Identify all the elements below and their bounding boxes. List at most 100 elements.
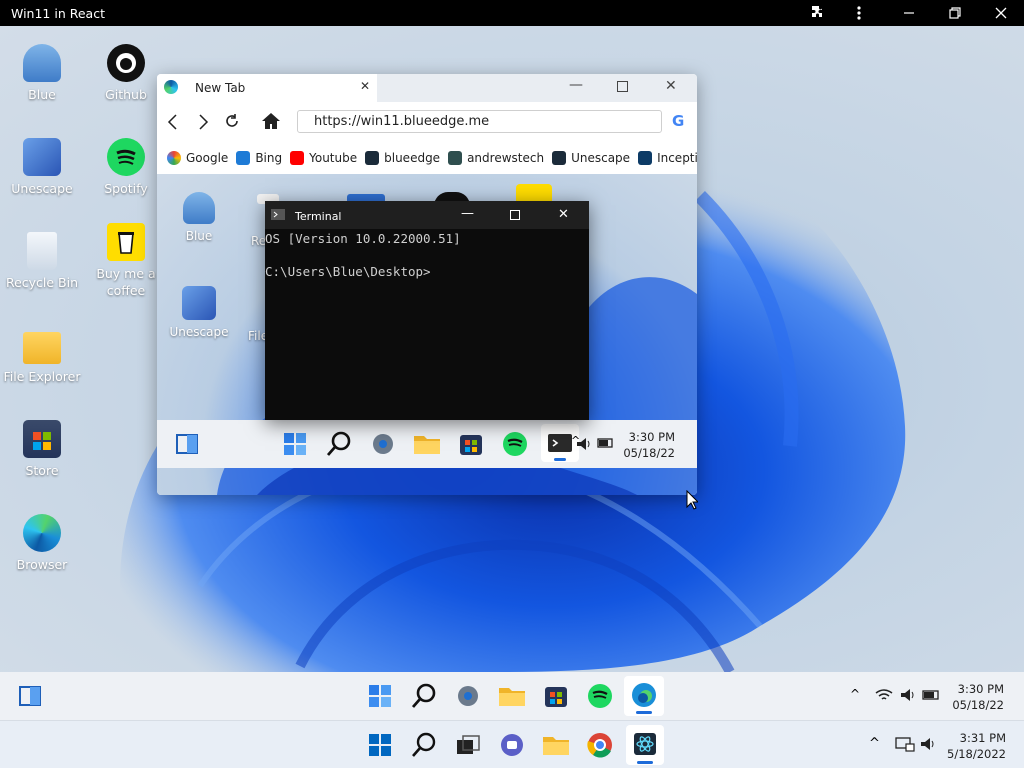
close-icon[interactable]: ✕ <box>665 78 677 94</box>
edge-icon <box>23 514 61 552</box>
folder-icon[interactable] <box>411 428 443 460</box>
bookmark-andrewstech[interactable]: andrewstech <box>448 151 544 165</box>
puzzle-icon[interactable] <box>808 3 828 23</box>
store-icon[interactable] <box>540 680 572 712</box>
taskbar-clock[interactable]: 3:30 PM 05/18/22 <box>946 681 1004 713</box>
bookmark-inception[interactable]: Inception <box>638 151 697 165</box>
spotify-icon <box>107 138 145 176</box>
desktop-icon-unescape[interactable]: Unescape <box>0 138 84 197</box>
spotify-icon[interactable] <box>584 680 616 712</box>
start-icon[interactable] <box>364 729 396 761</box>
bookmark-google[interactable]: Google <box>167 151 228 165</box>
host-taskbar: ^ 3:31 PM 5/18/2022 <box>0 720 1024 768</box>
terminal-title-bar[interactable]: Terminal — ✕ <box>265 201 589 229</box>
bookmark-youtube[interactable]: Youtube <box>290 151 357 165</box>
edge-tab[interactable]: New Tab ✕ <box>157 74 377 102</box>
close-icon[interactable]: ✕ <box>558 207 569 222</box>
desktop-icon-blue[interactable]: Blue <box>0 44 84 103</box>
terminal-title: Terminal <box>295 210 342 223</box>
bookmark-bing[interactable]: Bing <box>236 151 282 165</box>
inner-clock[interactable]: 3:30 PM 05/18/22 <box>619 429 675 461</box>
chevron-up-icon[interactable]: ^ <box>850 687 860 701</box>
more-icon[interactable] <box>849 3 869 23</box>
terminal-line: OS [Version 10.0.22000.51] <box>265 231 461 246</box>
volume-icon[interactable] <box>899 687 917 703</box>
desktop-icon-label: Browser <box>16 557 68 572</box>
terminal-body[interactable]: OS [Version 10.0.22000.51] C:\Users\Blue… <box>265 229 589 420</box>
volume-icon[interactable] <box>575 436 593 452</box>
minimize-icon[interactable] <box>899 3 919 23</box>
home-icon[interactable] <box>261 112 281 130</box>
desktop-icon-label: Blue <box>28 87 56 102</box>
minimize-icon[interactable]: — <box>569 77 583 93</box>
desktop-icon-spotify[interactable]: Spotify <box>84 138 168 197</box>
browser-taskbar-button[interactable] <box>624 676 664 716</box>
battery-icon[interactable] <box>922 689 942 701</box>
close-icon[interactable] <box>991 3 1011 23</box>
desktop-icon-buy-me-a-coffee[interactable]: Buy me a coffee <box>84 223 168 299</box>
task-view-icon[interactable] <box>452 729 484 761</box>
spotify-icon[interactable] <box>499 428 531 460</box>
active-indicator <box>554 458 566 461</box>
minimize-icon[interactable]: — <box>461 206 474 221</box>
bing-icon <box>236 151 251 165</box>
desktop-icon-label: Buy me a coffee <box>96 266 156 298</box>
desktop-icon-label: Spotify <box>104 181 148 196</box>
desktop-icon-label: File Explorer <box>3 369 81 384</box>
restore-icon[interactable] <box>945 3 965 23</box>
edge-icon <box>164 80 178 94</box>
google-icon[interactable]: G <box>672 112 684 130</box>
react-icon <box>634 733 656 755</box>
unescape-icon <box>23 138 61 176</box>
desktop-icon-github[interactable]: Github <box>84 44 168 103</box>
search-icon[interactable] <box>408 729 440 761</box>
react-icon <box>552 151 567 165</box>
bookmark-blueedge[interactable]: blueedge <box>365 151 440 165</box>
desktop-icon-label: Unescape <box>11 181 73 196</box>
settings-icon[interactable] <box>367 428 399 460</box>
taskbar: ^ 3:30 PM 05/18/22 <box>0 672 1024 720</box>
react-app-taskbar-button[interactable] <box>626 725 664 765</box>
desktop-icon-recycle-bin[interactable]: Recycle Bin <box>0 232 84 291</box>
inner-icon-blue[interactable]: Blue <box>157 192 241 245</box>
forward-icon[interactable] <box>197 114 209 130</box>
edge-tab-strip: New Tab ✕ — ✕ <box>157 74 697 102</box>
address-bar[interactable]: https://win11.blueedge.me <box>297 110 662 133</box>
settings-icon[interactable] <box>452 680 484 712</box>
search-icon[interactable] <box>323 428 355 460</box>
tab-close-icon[interactable]: ✕ <box>360 79 370 93</box>
widgets-icon[interactable] <box>171 428 203 460</box>
battery-icon[interactable] <box>597 437 615 449</box>
store-icon[interactable] <box>455 428 487 460</box>
host-clock[interactable]: 3:31 PM 5/18/2022 <box>944 730 1006 762</box>
desktop-icon-label: Store <box>25 463 59 478</box>
chrome-icon[interactable] <box>584 729 616 761</box>
widgets-icon[interactable] <box>14 680 46 712</box>
bookmark-unescape[interactable]: Unescape <box>552 151 630 165</box>
maximize-icon[interactable] <box>617 81 628 92</box>
chevron-up-icon[interactable]: ^ <box>869 736 880 751</box>
inner-icon-unescape[interactable]: Unescape <box>157 286 241 341</box>
terminal-window[interactable]: Terminal — ✕ OS [Version 10.0.22000.51] … <box>265 201 589 420</box>
desktop-icon-file-explorer[interactable]: File Explorer <box>0 326 84 385</box>
inner-icon-partial-label: Re <box>251 234 267 248</box>
folder-icon[interactable] <box>540 729 572 761</box>
start-icon[interactable] <box>364 680 396 712</box>
wifi-icon[interactable] <box>875 688 893 702</box>
volume-icon[interactable] <box>919 736 937 752</box>
react-icon <box>638 151 653 165</box>
chat-icon[interactable] <box>496 729 528 761</box>
start-icon[interactable] <box>279 428 311 460</box>
andrewstech-icon <box>448 151 463 165</box>
refresh-icon[interactable] <box>224 113 240 129</box>
desktop-icon-store[interactable]: Store <box>0 420 84 479</box>
react-icon <box>365 151 380 165</box>
maximize-icon[interactable] <box>510 210 520 220</box>
back-icon[interactable] <box>167 114 179 130</box>
search-icon[interactable] <box>408 680 440 712</box>
desktop-icon-browser[interactable]: Browser <box>0 514 84 573</box>
shell-title: Win11 in React <box>11 6 105 21</box>
network-icon[interactable] <box>895 736 915 752</box>
folder-icon[interactable] <box>496 680 528 712</box>
mouse-cursor-icon <box>686 490 698 510</box>
